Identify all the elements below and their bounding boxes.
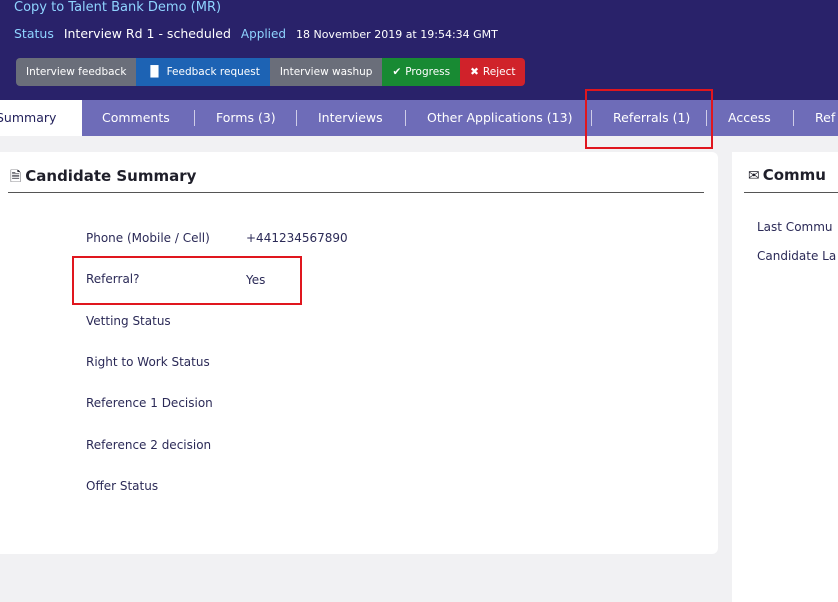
- tab-comments[interactable]: Comments: [102, 100, 170, 136]
- communications-title: ✉ Commu: [748, 166, 826, 184]
- tab-references-label: Ref: [815, 110, 836, 125]
- candidate-last-label: Candidate La: [757, 249, 837, 263]
- section-divider: [8, 192, 704, 193]
- tab-divider: [296, 110, 297, 126]
- offer-status-label: Offer Status: [86, 479, 159, 493]
- tab-access-label: Access: [728, 110, 771, 125]
- tab-access[interactable]: Access: [728, 100, 771, 136]
- applied-label: Applied: [240, 27, 286, 41]
- interview-washup-label: Interview washup: [279, 66, 373, 78]
- tab-references[interactable]: Ref: [815, 100, 835, 136]
- document-icon: 🗎: [10, 169, 22, 185]
- progress-label: Progress: [405, 66, 451, 78]
- tab-divider: [405, 110, 406, 126]
- referrals-tab-highlight: [585, 89, 713, 149]
- envelope-icon: ✉: [748, 168, 760, 184]
- tab-forms-label: Forms (3): [216, 110, 276, 125]
- tab-interviews-label: Interviews: [318, 110, 383, 125]
- tab-forms[interactable]: Forms (3): [216, 100, 276, 136]
- section-divider: [744, 192, 838, 193]
- phone-label: Phone (Mobile / Cell): [86, 231, 210, 245]
- reject-button[interactable]: ✖ Reject: [460, 58, 526, 86]
- status-value: Interview Rd 1 - scheduled: [63, 26, 231, 41]
- action-button-group: Interview feedback ▐▌ Feedback request I…: [16, 58, 526, 86]
- x-icon: ✖: [470, 66, 479, 78]
- candidate-summary-title: 🗎 Candidate Summary: [10, 166, 196, 190]
- referral-row-highlight: [72, 256, 302, 305]
- interview-washup-button[interactable]: Interview washup: [269, 58, 383, 86]
- tab-divider: [194, 110, 195, 126]
- check-icon: ✔: [392, 66, 402, 78]
- candidate-summary-card: [0, 152, 718, 554]
- reference-1-label: Reference 1 Decision: [86, 396, 213, 410]
- tab-divider: [793, 110, 794, 126]
- reject-label: Reject: [482, 66, 516, 78]
- application-header: Copy to Talent Bank Demo (MR) Status Int…: [0, 0, 838, 100]
- progress-button[interactable]: ✔ Progress: [382, 58, 461, 86]
- tab-other-applications-label: Other Applications (13): [427, 110, 573, 125]
- status-line: Status Interview Rd 1 - scheduled Applie…: [14, 26, 498, 41]
- right-to-work-label: Right to Work Status: [86, 355, 210, 369]
- communications-heading: Commu: [762, 166, 826, 184]
- tab-summary-label: Summary: [0, 110, 57, 125]
- status-key: Status: [14, 26, 54, 41]
- interview-feedback-label: Interview feedback: [26, 66, 127, 78]
- job-title-link[interactable]: Copy to Talent Bank Demo (MR): [14, 0, 221, 15]
- tab-comments-label: Comments: [102, 110, 170, 125]
- tab-interviews[interactable]: Interviews: [318, 100, 383, 136]
- last-communication-label: Last Commu: [757, 220, 833, 234]
- vetting-status-label: Vetting Status: [86, 314, 171, 328]
- applied-timestamp: 18 November 2019 at 19:54:34 GMT: [295, 28, 498, 41]
- feedback-request-button[interactable]: ▐▌ Feedback request: [136, 58, 270, 86]
- feedback-request-label: Feedback request: [166, 66, 260, 78]
- interview-feedback-button[interactable]: Interview feedback: [16, 58, 137, 86]
- phone-value: +441234567890: [246, 231, 348, 245]
- reference-2-label: Reference 2 decision: [86, 438, 212, 452]
- tab-other-applications[interactable]: Other Applications (13): [427, 100, 572, 136]
- candidate-summary-heading: Candidate Summary: [25, 167, 197, 185]
- tab-summary[interactable]: Summary: [0, 100, 82, 136]
- columns-icon: ▐▌: [146, 66, 163, 78]
